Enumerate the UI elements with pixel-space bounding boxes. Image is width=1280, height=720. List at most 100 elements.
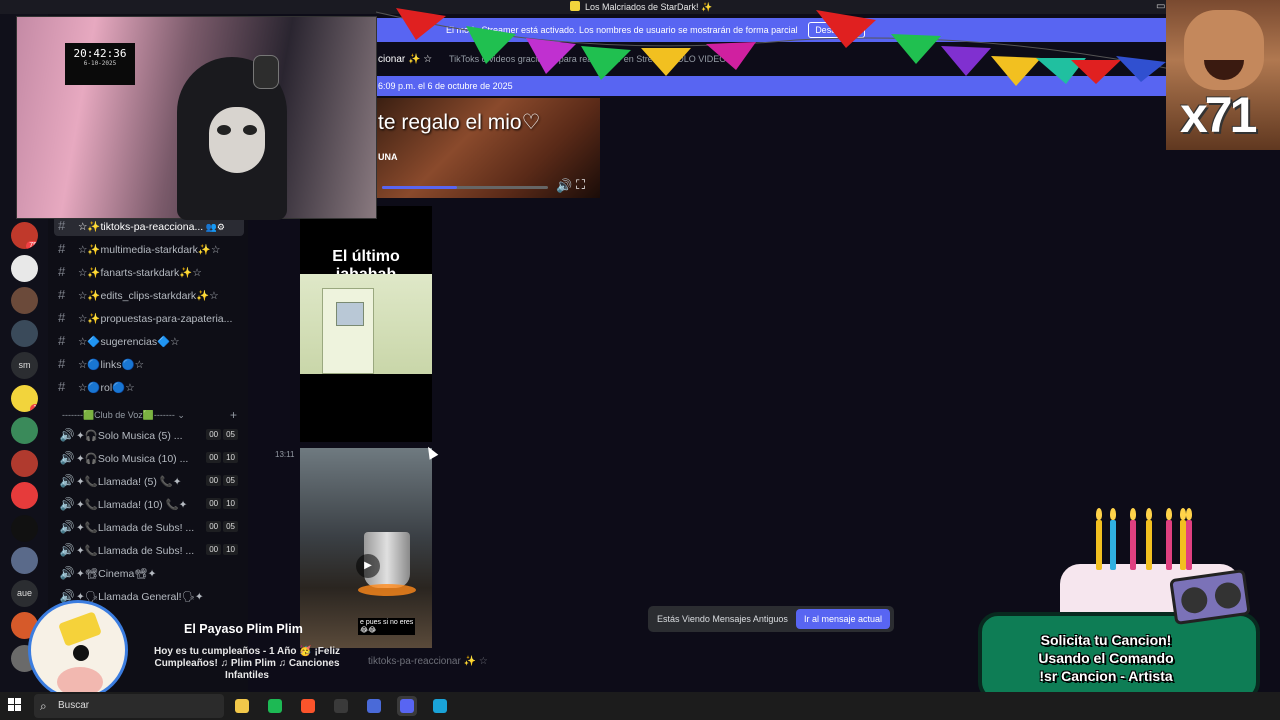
voice-channel-item[interactable]: 🔊 ✦📽Cinema📽✦ bbox=[58, 563, 248, 583]
server-icon[interactable] bbox=[11, 287, 38, 314]
server-icon[interactable] bbox=[11, 319, 38, 347]
song-line-2: Usando el Comando bbox=[1038, 650, 1174, 666]
channel-topic[interactable]: TikToks o videos graciosos para reaccion… bbox=[449, 54, 735, 64]
user-limit-badge: 00 10 bbox=[204, 540, 238, 560]
app-glyph bbox=[433, 699, 447, 713]
hash-icon: # bbox=[58, 310, 66, 325]
server-icon[interactable] bbox=[11, 417, 38, 444]
file-explorer-icon[interactable] bbox=[232, 696, 252, 716]
video-attachment[interactable]: te regalo el mio♡ UNA 🔊 ⛶ bbox=[376, 98, 600, 198]
user-limit: 05 bbox=[223, 475, 238, 486]
window-shape bbox=[336, 302, 364, 326]
brave-icon[interactable] bbox=[298, 696, 318, 716]
app-glyph bbox=[400, 699, 414, 713]
channel-settings-icon[interactable]: 👥⚙ bbox=[203, 222, 225, 232]
user-count: 00 bbox=[206, 521, 222, 532]
speaker-icon: 🔊 bbox=[59, 520, 75, 534]
app-glyph bbox=[334, 699, 348, 713]
taskbar-search[interactable]: ⌕ Buscar bbox=[34, 694, 224, 718]
inbox-icon[interactable]: ▭ bbox=[1156, 1, 1165, 12]
door-shape bbox=[322, 288, 374, 374]
disable-streamer-button[interactable]: Desactivar bbox=[808, 22, 865, 38]
mention-badge: 1 bbox=[30, 403, 38, 412]
video-progress-fill bbox=[382, 186, 457, 189]
voice-channel-label: ✦📞Llamada de Subs! ... bbox=[76, 545, 195, 557]
channel-item[interactable]: # ☆✨propuestas-para-zapateria... bbox=[58, 308, 248, 328]
app-glyph bbox=[301, 699, 315, 713]
start-tile bbox=[8, 698, 14, 704]
voice-channel-item[interactable]: 🔊 ✦📞Llamada! (5) 📞✦ 00 05 bbox=[58, 471, 248, 491]
user-limit: 05 bbox=[223, 429, 238, 440]
server-icon[interactable]: 1 bbox=[11, 384, 38, 412]
jump-date-bar[interactable]: 6:09 p.m. el 6 de octubre de 2025 bbox=[376, 76, 1166, 96]
play-icon[interactable]: ▶ bbox=[356, 554, 380, 578]
channel-label: ☆🔷sugerencias🔷☆ bbox=[78, 336, 180, 348]
start-tile bbox=[15, 705, 21, 711]
app-glyph bbox=[268, 699, 282, 713]
server-icon[interactable] bbox=[11, 254, 38, 282]
mask-eye bbox=[217, 125, 231, 135]
server-icon[interactable] bbox=[11, 547, 38, 574]
obs-icon[interactable] bbox=[331, 696, 351, 716]
message-input[interactable]: tiktoks-pa-reaccionar ✨ ☆ bbox=[368, 656, 488, 667]
gif-attachment[interactable]: El último jahahah bbox=[300, 206, 432, 442]
voice-channel-item[interactable]: 🔊 ✦📞Llamada! (10) 📞✦ 00 10 bbox=[58, 494, 248, 514]
speaker-icon: 🔊 bbox=[59, 428, 75, 442]
channel-item[interactable]: # ☆🔵links🔵☆ bbox=[58, 354, 248, 374]
user-count: 00 bbox=[206, 544, 222, 555]
user-limit-badge: 00 05 bbox=[204, 517, 238, 537]
channel-label: ☆🔵links🔵☆ bbox=[78, 359, 144, 371]
channel-item[interactable]: # ☆🔷sugerencias🔷☆ bbox=[58, 331, 248, 351]
birthday-name: El Payaso Plim Plim bbox=[184, 622, 303, 636]
voice-channel-label: ✦🎧Solo Musica (5) ... bbox=[76, 430, 183, 442]
discord-server-icon bbox=[570, 1, 580, 11]
voice-channel-label: ✦🎧Solo Musica (10) ... bbox=[76, 453, 189, 465]
channel-name: cionar ✨ ☆ bbox=[378, 54, 433, 65]
voice-channel-item[interactable]: 🔊 ✦🎧Solo Musica (5) ... 00 05 bbox=[58, 425, 248, 445]
app-glyph bbox=[235, 699, 249, 713]
voice-channel-item[interactable]: 🔊 ✦📞Llamada de Subs! ... 00 10 bbox=[58, 540, 248, 560]
channel-label: ☆✨multimedia-starkdark✨☆ bbox=[78, 244, 221, 256]
discord-icon[interactable] bbox=[397, 696, 417, 716]
channel-header: cionar ✨ ☆ TikToks o videos graciosos pa… bbox=[376, 46, 1166, 72]
start-tile bbox=[15, 698, 21, 704]
candle-flame bbox=[1130, 508, 1136, 520]
birthday-alert: El Payaso Plim Plim Hoy es tu cumpleaños… bbox=[0, 598, 360, 700]
channel-item[interactable]: # ☆🔵rol🔵☆ bbox=[58, 377, 248, 397]
app-icon[interactable] bbox=[364, 696, 384, 716]
channel-item[interactable]: # ☆✨multimedia-starkdark✨☆ bbox=[58, 239, 248, 259]
video-progress-bar[interactable] bbox=[382, 186, 548, 189]
candle bbox=[1110, 520, 1116, 570]
edge-icon[interactable] bbox=[430, 696, 450, 716]
server-icon[interactable]: 75 bbox=[11, 222, 38, 249]
server-icon[interactable] bbox=[11, 449, 38, 477]
jump-to-present-button[interactable]: Ir al mensaje actual bbox=[795, 609, 890, 629]
server-icon[interactable]: sm bbox=[11, 352, 38, 379]
add-channel-icon[interactable]: + bbox=[230, 408, 237, 422]
channel-label: ☆✨tiktoks-pa-reacciona... bbox=[78, 221, 204, 233]
windows-start-icon[interactable] bbox=[8, 698, 22, 712]
voice-category[interactable]: -------🟩Club de Voz🟩------- ⌄ + bbox=[62, 408, 237, 422]
voice-channel-item[interactable]: 🔊 ✦🎧Solo Musica (10) ... 00 10 bbox=[58, 448, 248, 468]
voice-channel-item[interactable]: 🔊 ✦📞Llamada de Subs! ... 00 05 bbox=[58, 517, 248, 537]
clown-avatar bbox=[28, 600, 128, 700]
volume-icon[interactable]: 🔊 bbox=[556, 178, 572, 194]
channel-item[interactable]: # ☆✨edits_clips-starkdark✨☆ bbox=[58, 285, 248, 305]
fullscreen-icon[interactable]: ⛶ bbox=[576, 177, 585, 193]
speaker-icon: 🔊 bbox=[59, 474, 75, 488]
headset-shape bbox=[253, 55, 279, 89]
xbox-icon[interactable] bbox=[265, 696, 285, 716]
server-icon[interactable] bbox=[11, 514, 38, 542]
user-count: 00 bbox=[206, 475, 222, 486]
birthday-message: Hoy es tu cumpleaños - 1 Año 🥳 ¡Feliz Cu… bbox=[154, 646, 340, 681]
channel-item[interactable]: # ☆✨fanarts-starkdark✨☆ bbox=[58, 262, 248, 282]
hash-icon: # bbox=[58, 264, 66, 279]
message-timestamp: 13:11 bbox=[275, 450, 295, 459]
speaker-icon: 🔊 bbox=[59, 566, 75, 580]
candle bbox=[1186, 520, 1192, 570]
user-limit-badge: 00 05 bbox=[204, 425, 238, 445]
candle bbox=[1130, 520, 1136, 570]
server-icon[interactable] bbox=[11, 482, 38, 509]
user-limit-badge: 00 05 bbox=[204, 471, 238, 491]
mask-eye bbox=[243, 125, 257, 135]
